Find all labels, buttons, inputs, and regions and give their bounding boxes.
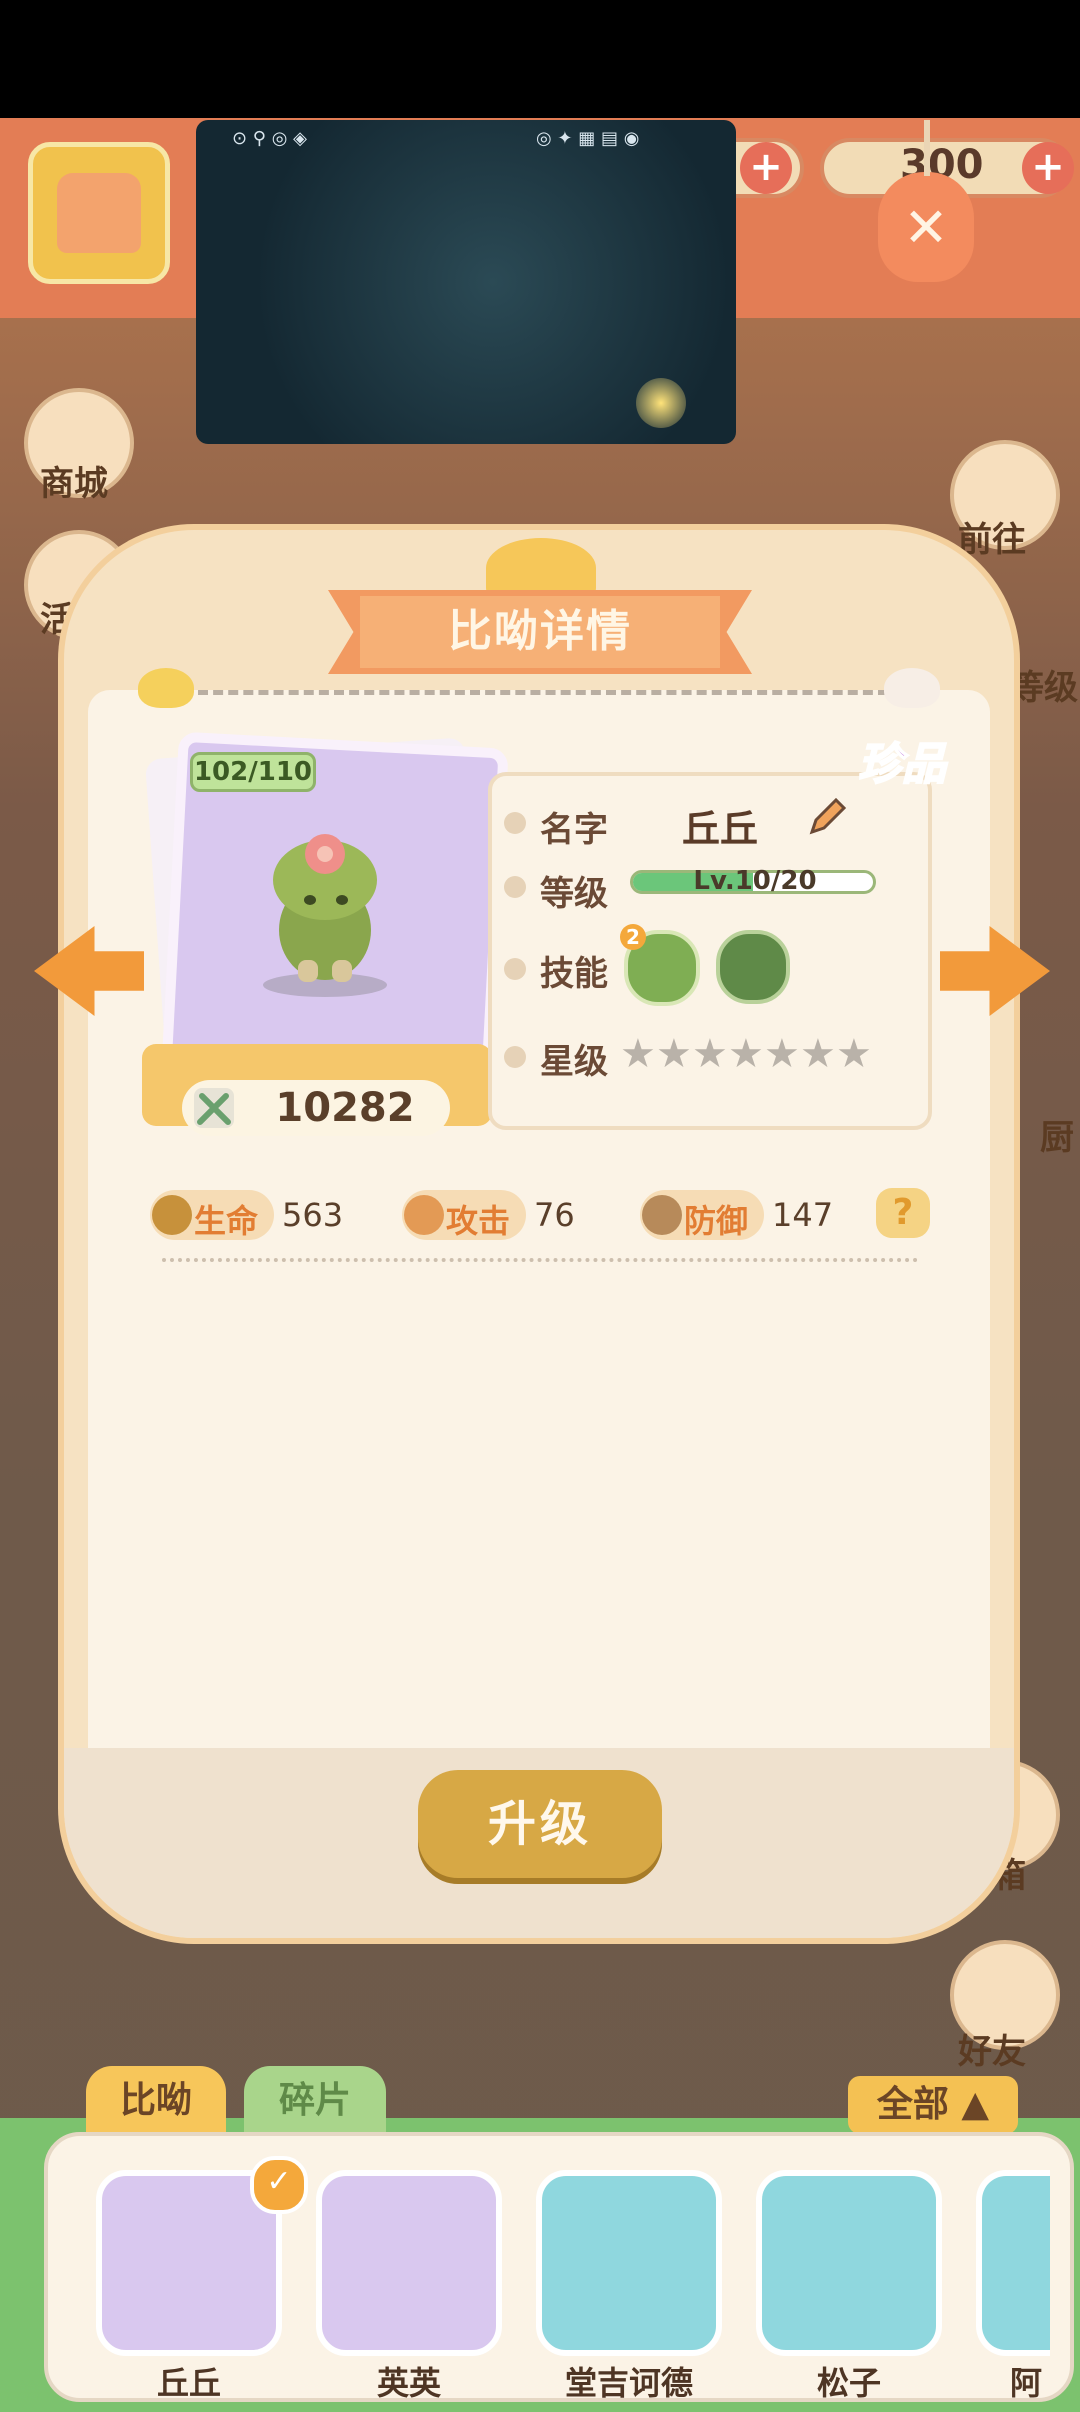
stat-label: 攻击 — [446, 1202, 511, 1240]
tab-fragments[interactable]: 碎片 — [244, 2066, 386, 2136]
selected-check-icon: ✓ — [250, 2156, 308, 2214]
tab-biyou[interactable]: 比呦 — [86, 2066, 226, 2136]
dialog-title: 比呦详情 — [448, 606, 632, 657]
crossed-swords-icon — [194, 1088, 234, 1128]
locked-skill-icon[interactable] — [716, 930, 790, 1004]
star-icon: ★ — [620, 1031, 656, 1077]
power-value: 10282 — [275, 1085, 415, 1131]
star-icon: ★ — [836, 1031, 872, 1077]
level-side-label: 等级 — [1010, 668, 1078, 708]
roster-card[interactable] — [316, 2170, 502, 2356]
skill-label: 技能 — [540, 954, 608, 994]
avatar-face — [57, 173, 141, 253]
filter-label: 全部 — [876, 2084, 949, 2125]
kitchen-label: 厨 — [1040, 1118, 1074, 1158]
filter-all-button[interactable]: 全部 ▲ — [848, 2076, 1018, 2134]
minimap-top-icons: ◎ ✦ ▦ ▤ ◉ — [536, 128, 640, 149]
star-icon: ★ — [764, 1031, 800, 1077]
stat-label: 生命 — [194, 1202, 259, 1240]
minimap-hud-icons: ⊙ ⚲ ◎ ◈ — [232, 128, 307, 149]
cat-right-icon — [884, 668, 940, 708]
defense-cow-icon — [642, 1195, 682, 1235]
chick-left-icon — [138, 668, 194, 708]
roster-name: 松子 — [816, 2364, 881, 2402]
roster-card[interactable] — [756, 2170, 942, 2356]
status-bar — [0, 0, 1080, 118]
player-glow — [636, 378, 686, 428]
heart-chick-icon — [152, 1195, 192, 1235]
shop-label: 商城 — [40, 464, 108, 504]
title-cat-decoration — [486, 538, 596, 598]
stat-value: 563 — [282, 1196, 344, 1234]
roster-name: 英英 — [376, 2364, 441, 2402]
roster-name: 堂吉诃德 — [564, 2364, 693, 2402]
roster-card[interactable] — [976, 2170, 1050, 2356]
edit-name-icon[interactable] — [802, 792, 852, 842]
close-icon: ✕ — [903, 196, 949, 259]
star-icon: ★ — [800, 1031, 836, 1077]
skill-level-badge: 2 — [620, 924, 646, 950]
name-label: 名字 — [540, 810, 608, 850]
level-label: 等级 — [540, 874, 608, 914]
character-name: 丘丘 — [682, 807, 759, 851]
paw-icon — [504, 876, 526, 898]
stat-label: 防御 — [684, 1202, 749, 1240]
player-avatar[interactable] — [28, 142, 170, 284]
add-currency-1-button[interactable]: + — [740, 142, 792, 194]
star-label: 星级 — [540, 1042, 608, 1082]
star-icon: ★ — [692, 1031, 728, 1077]
paw-icon — [504, 812, 526, 834]
character-portrait — [263, 834, 387, 997]
roster-card[interactable] — [536, 2170, 722, 2356]
friends-label: 好友 — [958, 2032, 1026, 2072]
rarity-badge: 珍品 — [857, 738, 947, 791]
roster-name: 阿 — [1010, 2364, 1043, 2402]
attack-cat-icon — [404, 1195, 444, 1235]
star-icon: ★ — [728, 1031, 764, 1077]
roster-name: 丘丘 — [156, 2364, 221, 2402]
card-count: 102/110 — [190, 752, 316, 792]
goto-label: 前往 — [958, 520, 1026, 560]
paw-icon — [504, 1046, 526, 1068]
upgrade-label[interactable]: 升级 — [418, 1770, 662, 1878]
star-icon: ★ — [656, 1031, 692, 1077]
help-button[interactable]: ? — [876, 1188, 930, 1238]
paw-icon — [504, 958, 526, 980]
close-tag-button[interactable]: ✕ — [878, 120, 974, 282]
stat-value: 76 — [534, 1196, 575, 1234]
level-text: Lv.10/20 — [693, 866, 817, 896]
floating-game-window[interactable]: ⊙ ⚲ ◎ ◈ ◎ ✦ ▦ ▤ ◉ — [196, 120, 736, 444]
stat-value: 147 — [772, 1196, 834, 1234]
add-currency-2-button[interactable]: + — [1022, 142, 1074, 194]
title-divider — [198, 690, 888, 695]
stats-divider — [162, 1258, 918, 1262]
